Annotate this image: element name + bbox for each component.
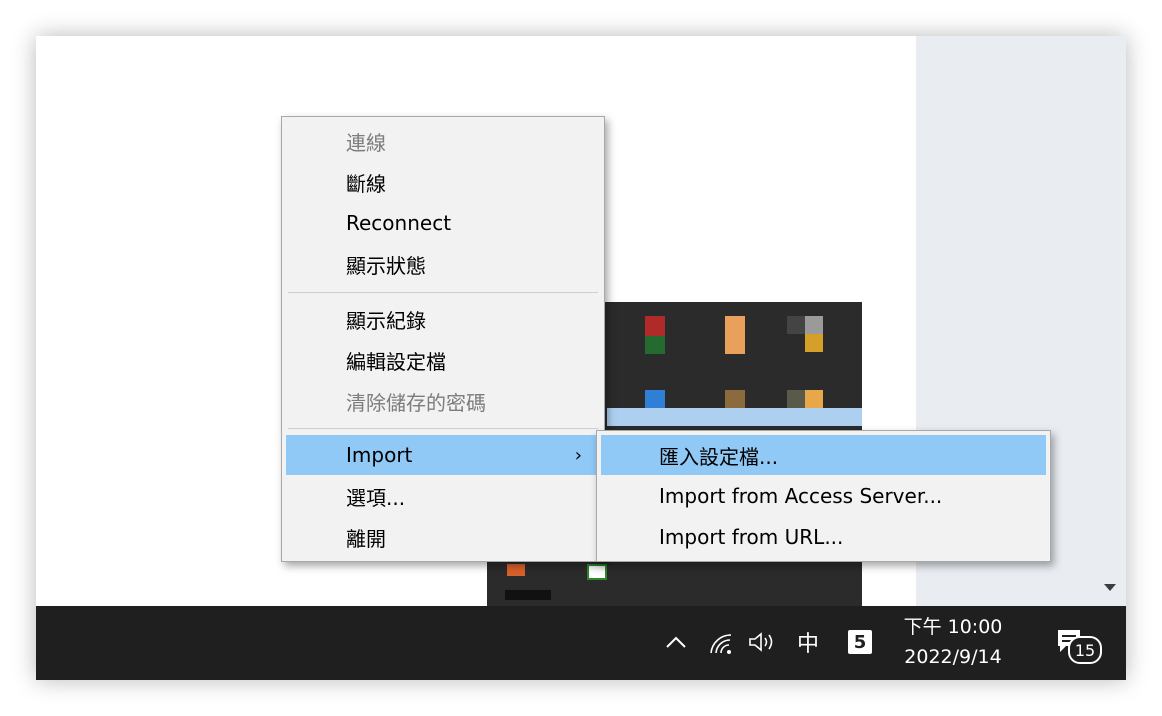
submenu-item-import-file[interactable]: 匯入設定檔...: [601, 435, 1046, 475]
tray-app-icon[interactable]: [725, 390, 745, 410]
scroll-down-icon[interactable]: [1104, 584, 1116, 591]
menu-item-import[interactable]: Import ›: [286, 435, 600, 475]
tray-app-icon[interactable]: [805, 334, 823, 352]
flyout-bottom-bar: [505, 590, 551, 600]
notification-center[interactable]: 15: [1050, 624, 1102, 668]
screenshot-frame: 連線 斷線 Reconnect 顯示狀態 顯示紀錄 編輯設定檔 清除儲存的密碼 …: [36, 36, 1126, 680]
context-menu: 連線 斷線 Reconnect 顯示狀態 顯示紀錄 編輯設定檔 清除儲存的密碼 …: [281, 116, 605, 562]
ime-indicator[interactable]: 中: [792, 626, 824, 658]
app-icon[interactable]: 5: [848, 630, 872, 654]
tray-app-icon[interactable]: [645, 390, 665, 410]
clock[interactable]: 下午 10:00 2022/9/14: [898, 612, 1008, 672]
menu-item-clear-saved-passwords[interactable]: 清除儲存的密碼: [282, 381, 604, 421]
menu-item-show-log[interactable]: 顯示紀錄: [282, 299, 604, 339]
menu-separator: [288, 428, 598, 429]
menu-item-connect[interactable]: 連線: [282, 121, 604, 161]
network-icon[interactable]: [587, 564, 607, 580]
menu-item-disconnect[interactable]: 斷線: [282, 162, 604, 202]
clock-date: 2022/9/14: [904, 646, 1002, 668]
menu-item-show-status[interactable]: 顯示狀態: [282, 244, 604, 284]
tray-app-icon[interactable]: [805, 316, 823, 334]
menu-item-reconnect[interactable]: Reconnect: [282, 203, 604, 243]
tray-app-icon[interactable]: [787, 390, 805, 410]
notification-count-badge: 15: [1068, 636, 1102, 664]
menu-item-exit[interactable]: 離開: [282, 517, 604, 557]
clock-time: 下午 10:00: [903, 616, 1003, 638]
tray-app-icon[interactable]: [645, 316, 665, 336]
tray-app-icon[interactable]: [787, 316, 805, 334]
tray-app-icon[interactable]: [645, 336, 665, 354]
submenu-item-import-access-server[interactable]: Import from Access Server...: [597, 476, 1050, 516]
submenu-item-import-url[interactable]: Import from URL...: [597, 517, 1050, 557]
tray-app-icon[interactable]: [725, 316, 745, 354]
menu-item-edit-config[interactable]: 編輯設定檔: [282, 340, 604, 380]
taskbar: 中 5 下午 10:00 2022/9/14 15: [36, 606, 1126, 680]
volume-icon[interactable]: [746, 628, 780, 656]
menu-item-options[interactable]: 選項...: [282, 476, 604, 516]
import-submenu: 匯入設定檔... Import from Access Server... Im…: [596, 430, 1051, 562]
tray-app-icon[interactable]: [805, 390, 823, 410]
flyout-row-highlight: [607, 408, 862, 426]
chevron-right-icon: ›: [574, 444, 582, 466]
chevron-up-icon[interactable]: [662, 628, 690, 656]
wifi-icon[interactable]: [706, 630, 736, 656]
tray-app-icon[interactable]: [507, 564, 525, 576]
menu-separator: [288, 292, 598, 293]
